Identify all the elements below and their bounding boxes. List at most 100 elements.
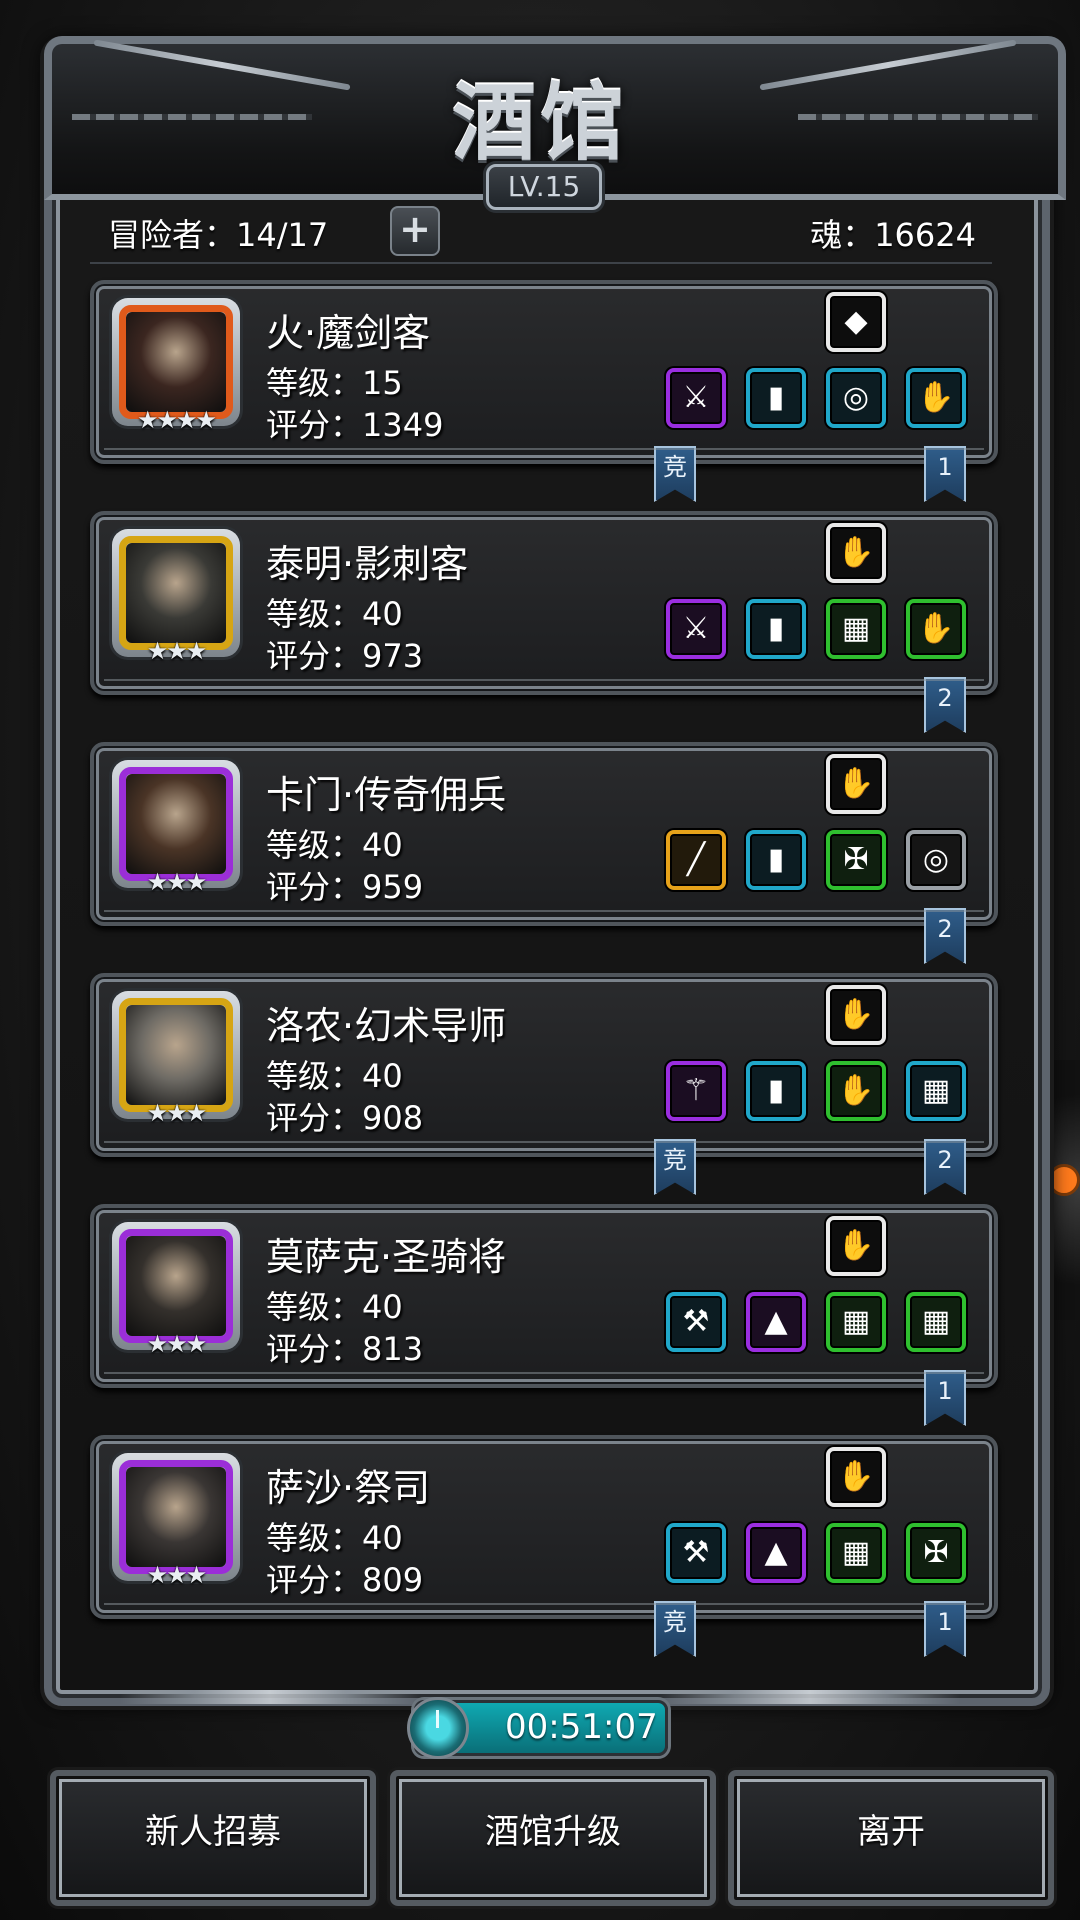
equipment-slot[interactable]: ▦ [826,1292,886,1352]
special-equipment-slot[interactable]: ✋ [826,523,886,583]
resource-row: 冒险者：14/17 + 魂：16624 [108,206,976,260]
robe-icon: ▲ [764,1304,788,1339]
page-title: 酒馆 [451,73,628,172]
equipment-slot[interactable]: ⚒ [666,1292,726,1352]
ice-glove-icon: ✋ [837,1228,875,1263]
gauntlet-icon: ✋ [837,1073,875,1108]
equipment-slot[interactable]: ◎ [826,368,886,428]
hero-score: 评分：908 [266,1099,424,1137]
hero-name: 火·魔剑客 [266,311,431,355]
hero-level: 等级：40 [266,826,403,864]
frame-ornament-left [120,1690,420,1704]
special-equipment-slot[interactable]: ✋ [826,1216,886,1276]
ice-glove-icon: ✋ [837,1459,875,1494]
barrel-armor-icon: ▦ [841,611,871,646]
hero-avatar [126,774,226,874]
hero-name: 卡门·传奇佣兵 [266,773,507,817]
tavern-level-badge: LV.15 [486,164,602,210]
adventurer-count: 冒险者：14/17 [108,216,329,254]
hero-card[interactable]: ★★★ 洛农·幻术导师 等级：40 评分：908 ✋ ⚚ ▮ ✋ ▦ 竞 2 [90,973,998,1195]
dagger-icon: ⚔ [682,611,710,646]
equipment-slot[interactable]: ⚚ [666,1061,726,1121]
timer-text: 00:51:07 [505,1707,658,1747]
staff-icon: ⚚ [682,1073,710,1108]
equipment-slot[interactable]: ▮ [746,1061,806,1121]
equipment-slot[interactable]: ▮ [746,368,806,428]
ring-icon: ◎ [922,842,950,877]
portrait-rarity-frame [119,767,233,881]
hero-portrait[interactable]: ★★★★ [112,298,240,434]
amulet-icon: ✠ [843,842,869,877]
glove-icon: ✋ [837,997,875,1032]
equipment-slot[interactable]: ✠ [826,830,886,890]
rifle-icon: ╱ [686,842,706,877]
hero-level: 等级：40 [266,1519,403,1557]
hero-name: 萨沙·祭司 [266,1466,431,1510]
glove-icon: ✋ [837,535,875,570]
hammer-icon: ⚒ [682,1535,710,1570]
equipment-slot[interactable]: ▦ [826,1523,886,1583]
equipment-slot[interactable]: ▦ [826,599,886,659]
equipment-slot[interactable]: ◎ [906,830,966,890]
hero-avatar [126,1236,226,1336]
hero-score: 评分：973 [266,637,424,675]
portrait-rarity-frame [119,305,233,419]
portrait-rarity-frame [119,536,233,650]
hero-portrait[interactable]: ★★★ [112,529,240,665]
special-equipment-slot[interactable]: ✋ [826,985,886,1045]
hero-card[interactable]: ★★★★ 火·魔剑客 等级：15 评分：1349 ◆ ⚔ ▮ ◎ ✋ 竞 1 [90,280,998,502]
special-equipment-slot[interactable]: ✋ [826,1447,886,1507]
hero-avatar [126,1005,226,1105]
frame-ornament-right [660,1690,960,1704]
ring-icon: ◎ [842,380,870,415]
equipment-slot[interactable]: ▦ [906,1292,966,1352]
star-rating: ★★★ [146,637,208,665]
hero-portrait[interactable]: ★★★ [112,760,240,896]
equipment-slot[interactable]: ⚔ [666,368,726,428]
hero-score: 评分：809 [266,1561,424,1599]
star-rating: ★★★ [146,1330,208,1358]
hero-card[interactable]: ★★★ 卡门·传奇佣兵 等级：40 评分：959 ✋ ╱ ▮ ✠ ◎ 2 [90,742,998,964]
hero-level: 等级：40 [266,595,403,633]
armor-icon: ▮ [767,842,785,877]
equipment-slot[interactable]: ▮ [746,599,806,659]
barrel-armor-icon: ▦ [921,1073,951,1108]
hero-card[interactable]: ★★★ 莫萨克·圣骑将 等级：40 评分：813 ✋ ⚒ ▲ ▦ ▦ 1 [90,1204,998,1426]
hero-card[interactable]: ★★★ 泰明·影刺客 等级：40 评分：973 ✋ ⚔ ▮ ▦ ✋ 2 [90,511,998,733]
cloak-icon: ▮ [767,611,785,646]
special-equipment-slot[interactable]: ◆ [826,292,886,352]
crystal-icon: ◆ [844,304,868,339]
recruit-button[interactable]: 新人招募 [50,1770,376,1906]
hero-portrait[interactable]: ★★★ [112,991,240,1127]
equipment-slot[interactable]: ⚒ [666,1523,726,1583]
clock-icon [407,1697,469,1759]
cloak-icon: ▮ [767,1073,785,1108]
equipment-slot[interactable]: ✋ [826,1061,886,1121]
equipment-slot[interactable]: ▲ [746,1292,806,1352]
barrel-armor-icon: ▦ [841,1304,871,1339]
barrel-armor-icon: ▦ [921,1304,951,1339]
hero-level: 等级：40 [266,1288,403,1326]
hero-portrait[interactable]: ★★★ [112,1222,240,1358]
equipment-slot[interactable]: ✠ [906,1523,966,1583]
special-equipment-slot[interactable]: ✋ [826,754,886,814]
portrait-rarity-frame [119,1460,233,1574]
equipment-slot[interactable]: ╱ [666,830,726,890]
amulet-icon: ✠ [923,1535,949,1570]
equipment-slot[interactable]: ▮ [746,830,806,890]
equipment-slot[interactable]: ▲ [746,1523,806,1583]
leave-button[interactable]: 离开 [728,1770,1054,1906]
hero-portrait[interactable]: ★★★ [112,1453,240,1589]
equipment-slot[interactable]: ✋ [906,599,966,659]
add-adventurer-slot-button[interactable]: + [390,206,440,256]
armor-icon: ▮ [767,380,785,415]
upgrade-tavern-button[interactable]: 酒馆升级 [390,1770,716,1906]
hero-card[interactable]: ★★★ 萨沙·祭司 等级：40 评分：809 ✋ ⚒ ▲ ▦ ✠ 竞 1 [90,1435,998,1657]
equipment-slot[interactable]: ✋ [906,368,966,428]
equipment-slot[interactable]: ⚔ [666,599,726,659]
hero-avatar [126,312,226,412]
equipment-slot[interactable]: ▦ [906,1061,966,1121]
star-rating: ★★★ [146,1561,208,1589]
sword-icon: ⚔ [682,380,710,415]
portrait-rarity-frame [119,1229,233,1343]
